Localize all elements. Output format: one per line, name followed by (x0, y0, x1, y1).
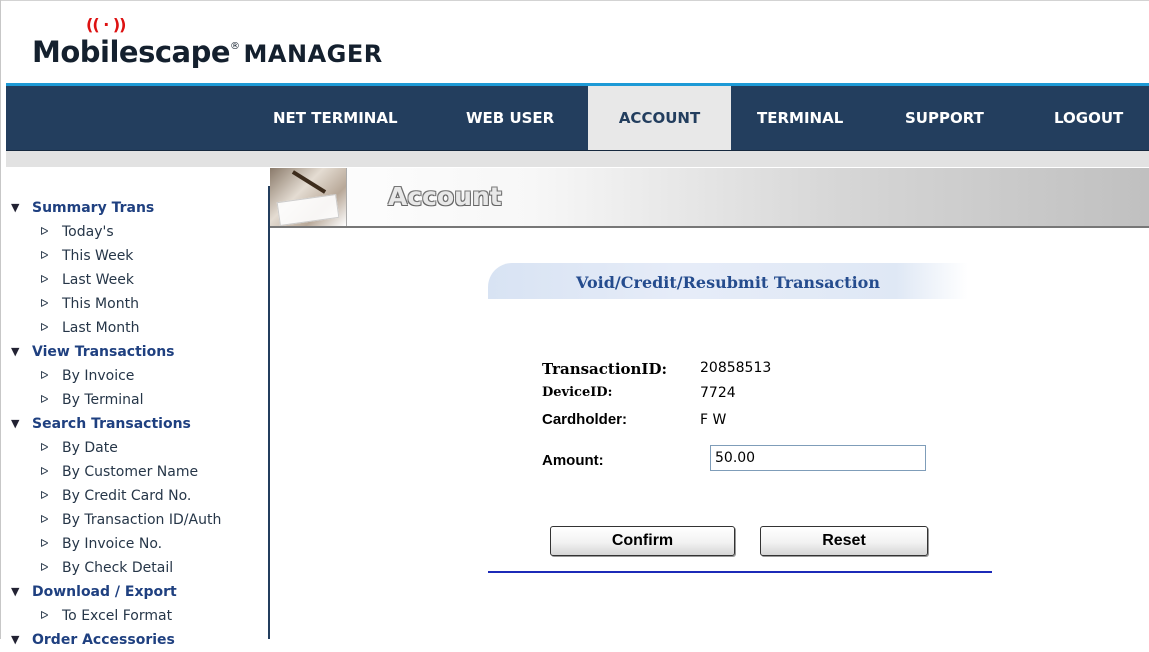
triangle-right-icon: ᐅ (40, 297, 49, 310)
triangle-right-icon: ᐅ (40, 249, 49, 262)
sidebar-section-label: Download / Export (32, 584, 177, 600)
logo-brand: Mobilescape (32, 35, 231, 69)
sidebar-item-label: By Check Detail (62, 560, 174, 576)
sidebar-item-to-excel-format[interactable]: ᐅ To Excel Format (6, 604, 268, 628)
sidebar-section-download-export[interactable]: ▼ Download / Export (6, 580, 268, 604)
nav-terminal[interactable]: TERMINAL (757, 86, 843, 150)
confirm-button[interactable]: Confirm (550, 526, 735, 556)
triangle-down-icon: ▼ (11, 201, 20, 214)
sidebar-item-label: To Excel Format (62, 608, 173, 624)
sidebar-item-label: By Invoice (62, 368, 135, 384)
triangle-right-icon: ᐅ (40, 441, 49, 454)
page-title: Account (388, 182, 502, 211)
sidebar-item-by-invoice[interactable]: ᐅ By Invoice (6, 364, 268, 388)
nav-account[interactable]: ACCOUNT (588, 86, 731, 150)
sidebar-item-by-check-detail[interactable]: ᐅ By Check Detail (6, 556, 268, 580)
triangle-right-icon: ᐅ (40, 225, 49, 238)
sidebar-item-todays[interactable]: ᐅ Today's (6, 220, 268, 244)
nav-logout[interactable]: LOGOUT (1054, 86, 1123, 150)
sidebar-item-label: By Date (62, 440, 118, 456)
sidebar: ▼ Summary Trans ᐅ Today's ᐅ This Week ᐅ Last… (6, 196, 268, 652)
sidebar-item-this-week[interactable]: ᐅ This Week (6, 244, 268, 268)
triangle-right-icon: ᐅ (40, 489, 49, 502)
transaction-id-value: 20858513 (700, 360, 772, 376)
sidebar-section-label: Search Transactions (32, 416, 191, 432)
sidebar-item-label: This Month (62, 296, 139, 312)
form-heading-panel: Void/Credit/Resubmit Transaction (488, 263, 968, 299)
triangle-down-icon: ▼ (11, 585, 20, 598)
form-heading: Void/Credit/Resubmit Transaction (576, 273, 880, 292)
triangle-right-icon: ᐅ (40, 465, 49, 478)
nav-support[interactable]: SUPPORT (905, 86, 984, 150)
nav-net-terminal[interactable]: NET TERMINAL (273, 86, 398, 150)
sidebar-item-by-terminal[interactable]: ᐅ By Terminal (6, 388, 268, 412)
mobilescape-logo[interactable]: (( · )) Mobilescape® MANAGER (32, 15, 383, 69)
triangle-down-icon: ▼ (11, 633, 20, 646)
sidebar-section-label: View Transactions (32, 344, 175, 360)
sidebar-section-search-transactions[interactable]: ▼ Search Transactions (6, 412, 268, 436)
sidebar-section-label: Summary Trans (32, 200, 155, 216)
triangle-right-icon: ᐅ (40, 321, 49, 334)
sidebar-item-label: Last Month (62, 320, 140, 336)
page-banner: Account (270, 168, 1149, 227)
sidebar-item-label: This Week (62, 248, 134, 264)
triangle-right-icon: ᐅ (40, 393, 49, 406)
sidebar-item-last-week[interactable]: ᐅ Last Week (6, 268, 268, 292)
triangle-right-icon: ᐅ (40, 537, 49, 550)
cardholder-label: Cardholder: (542, 411, 628, 428)
sidebar-section-summary-trans[interactable]: ▼ Summary Trans (6, 196, 268, 220)
sidebar-item-label: By Customer Name (62, 464, 199, 480)
signing-document-image (270, 168, 347, 227)
sidebar-item-label: By Transaction ID/Auth (62, 512, 222, 528)
logo-product: MANAGER (243, 40, 383, 68)
sub-bar (6, 151, 1149, 167)
amount-input[interactable] (710, 445, 926, 471)
transaction-id-label: TransactionID: (542, 360, 667, 378)
logo-registered: ® (230, 41, 240, 52)
banner-paper (276, 193, 340, 227)
signal-icon: (( · )) (86, 15, 126, 34)
sidebar-item-label: By Terminal (62, 392, 144, 408)
sidebar-item-by-customer-name[interactable]: ᐅ By Customer Name (6, 460, 268, 484)
sidebar-item-by-invoice-no[interactable]: ᐅ By Invoice No. (6, 532, 268, 556)
sidebar-item-label: Today's (62, 224, 114, 240)
sidebar-item-by-date[interactable]: ᐅ By Date (6, 436, 268, 460)
device-id-value: 7724 (700, 385, 736, 401)
triangle-down-icon: ▼ (11, 417, 20, 430)
triangle-right-icon: ᐅ (40, 513, 49, 526)
sidebar-separator (268, 186, 270, 639)
amount-label: Amount: (542, 452, 604, 469)
triangle-right-icon: ᐅ (40, 561, 49, 574)
sidebar-section-view-transactions[interactable]: ▼ View Transactions (6, 340, 268, 364)
triangle-right-icon: ᐅ (40, 369, 49, 382)
triangle-down-icon: ▼ (11, 345, 20, 358)
sidebar-item-last-month[interactable]: ᐅ Last Month (6, 316, 268, 340)
pen-icon (291, 170, 327, 194)
nav-web-user[interactable]: WEB USER (466, 86, 554, 150)
main-navbar: NET TERMINAL WEB USER ACCOUNT TERMINAL S… (6, 86, 1149, 151)
sidebar-item-this-month[interactable]: ᐅ This Month (6, 292, 268, 316)
reset-button[interactable]: Reset (760, 526, 928, 556)
triangle-right-icon: ᐅ (40, 609, 49, 622)
sidebar-item-label: Last Week (62, 272, 134, 288)
triangle-right-icon: ᐅ (40, 273, 49, 286)
sidebar-item-label: By Invoice No. (62, 536, 163, 552)
sidebar-section-order-accessories[interactable]: ▼ Order Accessories (6, 628, 268, 652)
sidebar-item-by-credit-card-no[interactable]: ᐅ By Credit Card No. (6, 484, 268, 508)
banner-underline (270, 226, 1149, 228)
sidebar-item-label: By Credit Card No. (62, 488, 192, 504)
sidebar-section-label: Order Accessories (32, 632, 175, 648)
form-bottom-rule (488, 571, 992, 573)
device-id-label: DeviceID: (542, 385, 613, 400)
sidebar-item-by-transaction-id-auth[interactable]: ᐅ By Transaction ID/Auth (6, 508, 268, 532)
header: (( · )) Mobilescape® MANAGER (6, 1, 1149, 85)
cardholder-value: F W (700, 412, 727, 428)
